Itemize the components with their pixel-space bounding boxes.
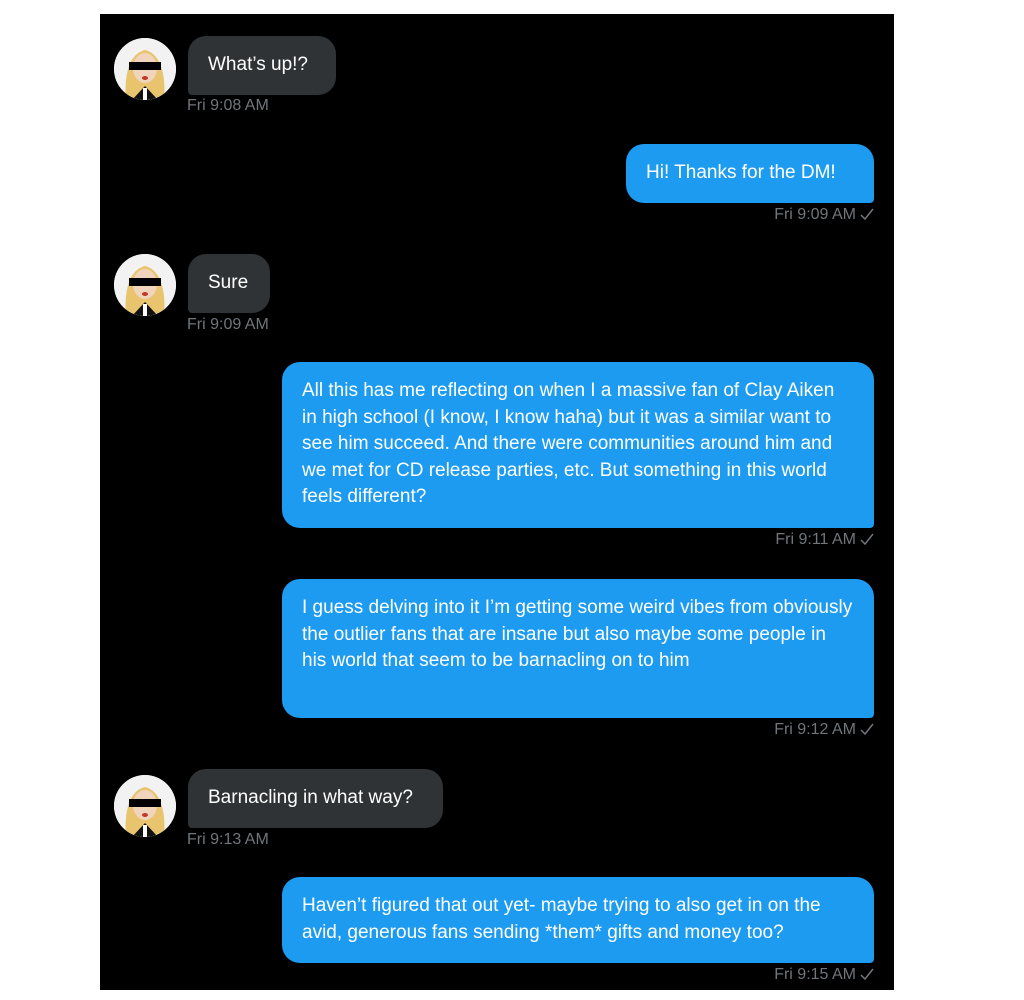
check-icon: [860, 208, 874, 221]
message-text: What’s up!?: [208, 54, 308, 75]
message-timestamp: Fri 9:08 AM: [187, 97, 269, 114]
message-bubble[interactable]: Barnacling in what way?: [188, 769, 443, 828]
message-text: Barnacling in what way?: [208, 787, 413, 808]
profile-photo-icon: [114, 254, 176, 316]
message-bubble[interactable]: Sure: [188, 254, 270, 313]
message-text: Sure: [208, 272, 249, 293]
message-text: Hi! Thanks for the DM!: [646, 162, 836, 183]
message-timestamp: Fri 9:09 AM: [187, 316, 269, 333]
dm-conversation: What’s up!? Fri 9:08 AM Hi! Thanks for t…: [100, 14, 894, 990]
message-text: Haven’t figured that out yet- maybe tryi…: [302, 895, 821, 943]
message-timestamp: Fri 9:12 AM: [774, 720, 874, 740]
profile-photo-icon: [114, 38, 176, 100]
avatar[interactable]: [114, 38, 176, 100]
message-bubble[interactable]: What’s up!?: [188, 36, 336, 95]
avatar[interactable]: [114, 775, 176, 837]
message-timestamp: Fri 9:15 AM: [774, 965, 874, 985]
check-icon: [860, 723, 874, 736]
message-bubble[interactable]: Haven’t figured that out yet- maybe tryi…: [282, 877, 874, 963]
message-timestamp: Fri 9:11 AM: [775, 530, 874, 550]
check-icon: [860, 533, 874, 546]
avatar[interactable]: [114, 254, 176, 316]
message-bubble[interactable]: I guess delving into it I’m getting some…: [282, 579, 874, 718]
profile-photo-icon: [114, 775, 176, 837]
message-text: All this has me reflecting on when I a m…: [302, 380, 835, 508]
message-timestamp: Fri 9:13 AM: [187, 831, 269, 848]
message-bubble[interactable]: All this has me reflecting on when I a m…: [282, 362, 874, 528]
message-text: I guess delving into it I’m getting some…: [302, 597, 853, 672]
check-icon: [860, 968, 874, 981]
message-timestamp: Fri 9:09 AM: [774, 205, 874, 225]
message-bubble[interactable]: Hi! Thanks for the DM!: [626, 144, 874, 203]
